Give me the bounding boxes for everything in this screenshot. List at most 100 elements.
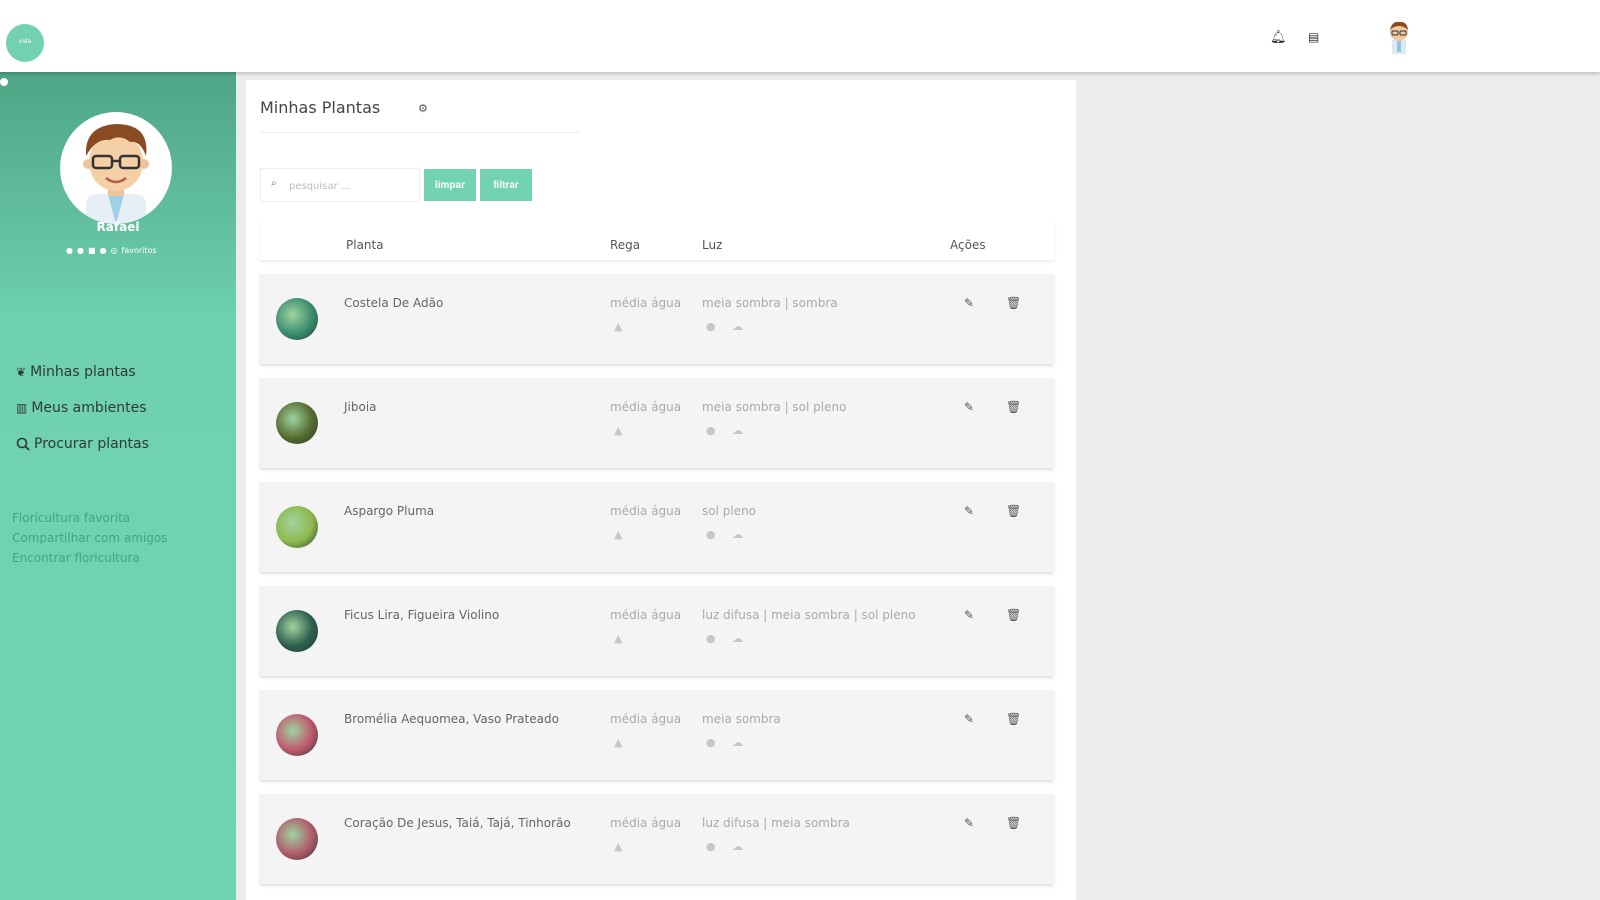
cloud-icon: ☁︎ [732,632,743,645]
plant-light: meia sombra [702,712,781,726]
delete-icon[interactable]: 🗑︎ [1006,400,1021,414]
cloud-icon: ☁︎ [732,424,743,437]
plant-thumbnail[interactable] [276,402,318,444]
table-row[interactable]: Costela De Adão média água meia sombra |… [260,274,1054,364]
plant-name[interactable]: Aspargo Pluma [344,504,434,518]
table-header: Planta Rega Luz Ações [260,220,1054,260]
plant-water: média água [610,816,682,830]
plant-thumbnail[interactable] [276,610,318,652]
column-header-water[interactable]: Rega [610,238,640,252]
cloud-icon: ☁︎ [732,528,743,541]
plant-light: sol pleno [702,504,757,518]
plant-water: média água [610,400,682,414]
linkedin-icon[interactable]: ■ [88,246,96,255]
sidebar-links: Floricultura favorita Compartilhar com a… [12,508,167,568]
table-row[interactable]: Bromélia Aequomea, Vaso Prateado média á… [260,690,1054,780]
delete-icon[interactable]: 🗑︎ [1006,608,1021,622]
profile-name: Rafael [96,220,140,234]
sun-icon: ● [706,632,716,645]
edit-icon[interactable]: ✎︎ [964,296,974,310]
plant-name[interactable]: Coração De Jesus, Taiá, Tajá, Tinhorão [344,816,571,830]
leaf-icon: ❦ [16,365,27,379]
clear-button[interactable]: limpar [424,169,476,201]
link-floricultura-favorita[interactable]: Floricultura favorita [12,508,167,528]
home-icon: ▥ [16,401,28,415]
search-box: ⌕ [260,168,420,202]
message-icon[interactable]: ▤ [1308,30,1319,44]
top-bar: vida 🔔︎ ▤ [0,0,1600,72]
edit-icon[interactable]: ✎︎ [964,504,974,518]
delete-icon[interactable]: 🗑︎ [1006,504,1021,518]
social-links: ● ● ■ ● ◎ favoritos [66,244,176,256]
nav-item-label: Procurar plantas [34,436,149,452]
edit-icon[interactable]: ✎︎ [964,816,974,830]
plant-light: luz difusa | meia sombra [702,816,850,830]
search-icon [16,437,30,451]
edit-icon[interactable]: ✎︎ [964,400,974,414]
plant-thumbnail[interactable] [276,298,318,340]
plant-name[interactable]: Jiboia [344,400,377,414]
main-panel: Minhas Plantas ⚙︎ ⌕ limpar filtrar Plant… [246,80,1076,900]
column-header-plant[interactable]: Planta [346,238,384,252]
plant-thumbnail[interactable] [276,818,318,860]
sun-icon: ● [706,840,716,853]
plant-light: meia sombra | sombra [702,296,838,310]
sun-icon: ● [706,528,716,541]
water-drop-icon: ▲ [614,320,623,333]
water-drop-icon: ▲ [614,424,623,437]
nav-item-procurar-plantas[interactable]: Procurar plantas [16,426,149,462]
plant-light: meia sombra | sol pleno [702,400,847,414]
plant-water: média água [610,296,682,310]
nav-item-label: Meus ambientes [31,400,147,416]
favorites-link[interactable]: favoritos [122,246,157,255]
plant-thumbnail[interactable] [276,506,318,548]
sidebar-toggle[interactable] [0,78,8,86]
table-row[interactable]: Coração De Jesus, Taiá, Tajá, Tinhorão m… [260,794,1054,884]
profile-avatar-illustration [83,124,149,224]
edit-icon[interactable]: ✎︎ [964,712,974,726]
water-drop-icon: ▲ [614,736,623,749]
edit-icon[interactable]: ✎︎ [964,608,974,622]
plant-name[interactable]: Costela De Adão [344,296,443,310]
profile-avatar[interactable] [60,112,172,224]
table-row[interactable]: Aspargo Pluma média água sol pleno ▲ ● ☁… [260,482,1054,572]
sidebar-nav: ❦ Minhas plantas ▥ Meus ambientes Procur… [16,354,149,462]
table-row[interactable]: Ficus Lira, Figueira Violino média água … [260,586,1054,676]
delete-icon[interactable]: 🗑︎ [1006,296,1021,310]
search-icon: ⌕ [271,178,277,189]
water-drop-icon: ▲ [614,632,623,645]
plant-name[interactable]: Bromélia Aequomea, Vaso Prateado [344,712,559,726]
water-drop-icon: ▲ [614,840,623,853]
settings-icon[interactable]: ⚙︎ [418,102,428,115]
user-avatar[interactable] [1384,20,1414,54]
sun-icon: ● [706,736,716,749]
filter-button[interactable]: filtrar [480,169,532,201]
plant-water: média água [610,504,682,518]
app-logo[interactable]: vida [6,24,44,62]
twitter-icon[interactable]: ● [77,246,84,255]
page-title: Minhas Plantas [260,98,381,117]
nav-item-meus-ambientes[interactable]: ▥ Meus ambientes [16,390,149,426]
plant-name[interactable]: Ficus Lira, Figueira Violino [344,608,499,622]
plant-water: média água [610,608,682,622]
nav-item-minhas-plantas[interactable]: ❦ Minhas plantas [16,354,149,390]
sun-icon: ● [706,424,716,437]
title-divider [260,132,580,133]
column-header-light[interactable]: Luz [702,238,722,252]
water-drop-icon: ▲ [614,528,623,541]
column-header-actions: Ações [950,238,986,252]
link-encontrar-floricultura[interactable]: Encontrar floricultura [12,548,167,568]
plant-water: média água [610,712,682,726]
delete-icon[interactable]: 🗑︎ [1006,816,1021,830]
cloud-icon: ☁︎ [732,320,743,333]
table-row[interactable]: Jiboia média água meia sombra | sol plen… [260,378,1054,468]
delete-icon[interactable]: 🗑︎ [1006,712,1021,726]
bell-icon[interactable]: 🔔︎ [1270,30,1287,45]
instagram-icon[interactable]: ● [100,246,107,255]
globe-icon[interactable]: ◎ [111,246,118,255]
search-input[interactable] [289,175,411,197]
link-compartilhar[interactable]: Compartilhar com amigos [12,528,167,548]
plant-thumbnail[interactable] [276,714,318,756]
facebook-icon[interactable]: ● [66,246,73,255]
sidebar: Rafael ● ● ■ ● ◎ favoritos ❦ Minhas plan… [0,72,236,900]
